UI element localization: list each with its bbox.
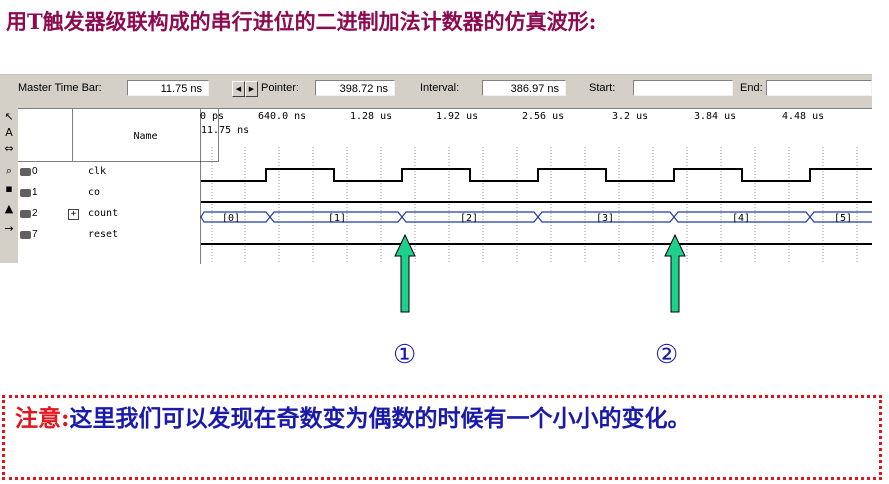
marker-2: ② bbox=[655, 340, 679, 370]
arrow-up-icon bbox=[664, 233, 686, 313]
note-body: 这里我们可以发现在奇数变为偶数的时候有一个小小的变化。 bbox=[69, 405, 691, 432]
arrow-up-icon bbox=[394, 233, 416, 313]
marker-1: ① bbox=[393, 340, 417, 370]
note-lead: 注意: bbox=[15, 405, 70, 432]
note-box: 注意:这里我们可以发现在奇数变为偶数的时候有一个小小的变化。 bbox=[2, 395, 882, 480]
